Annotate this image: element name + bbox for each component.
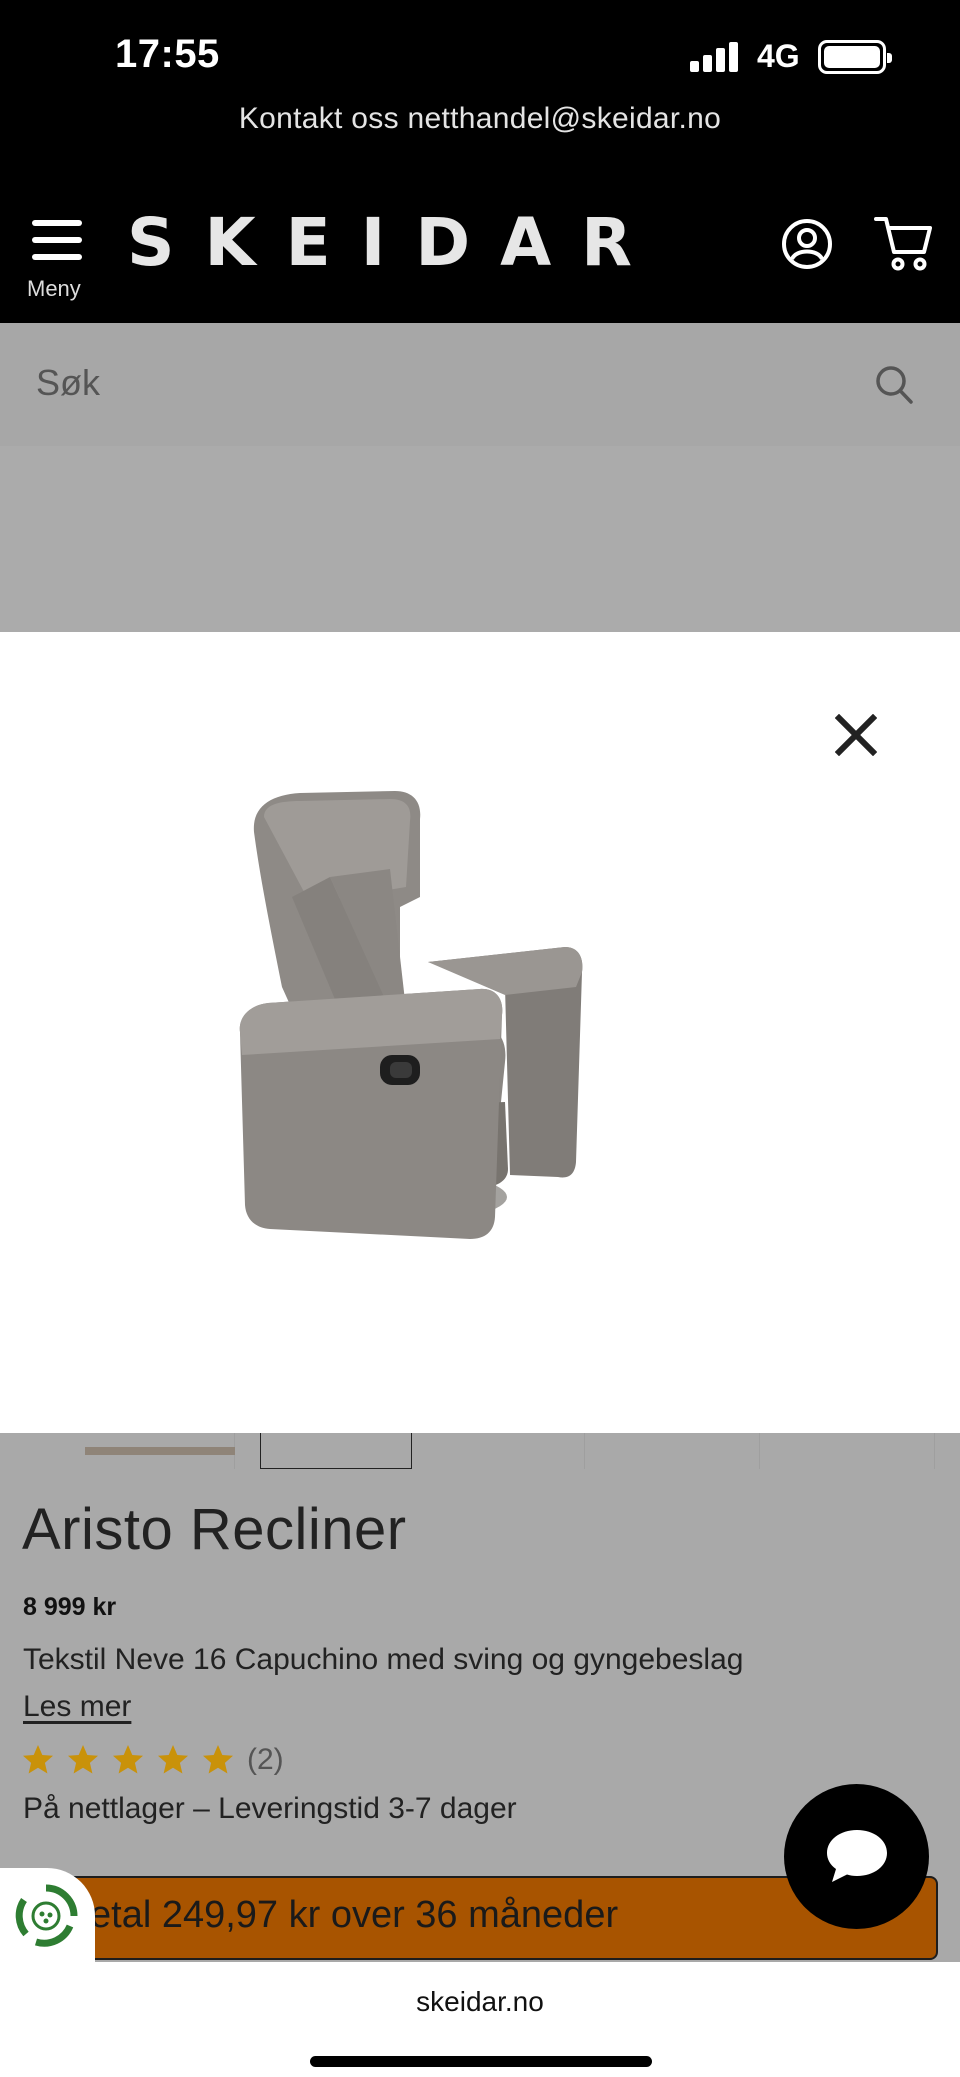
image-modal — [0, 632, 960, 1433]
browser-bar: skeidar.no — [0, 1962, 960, 2077]
top-header: 17:55 4G Kontakt oss netthandel@skeidar.… — [0, 0, 960, 323]
star-icon — [158, 1745, 188, 1774]
product-price: 8 999 kr — [23, 1593, 117, 1621]
menu-button[interactable]: Meny — [27, 216, 89, 306]
thumbnail[interactable] — [85, 1433, 235, 1469]
thumbnail[interactable] — [430, 1433, 585, 1469]
network-label: 4G — [757, 38, 800, 74]
chat-button[interactable] — [784, 1784, 929, 1929]
product-description: Tekstil Neve 16 Capuchino med sving og g… — [23, 1643, 744, 1676]
star-icon — [203, 1745, 233, 1774]
search-icon[interactable] — [874, 364, 914, 406]
thumbnail[interactable] — [585, 1433, 760, 1469]
search-input[interactable] — [36, 353, 836, 413]
review-count: (2) — [247, 1743, 284, 1776]
star-icon — [23, 1745, 53, 1774]
cart-icon[interactable] — [874, 214, 934, 272]
overlay-backdrop[interactable] — [0, 446, 960, 632]
contact-link[interactable]: Kontakt oss netthandel@skeidar.no — [0, 102, 960, 136]
eco-badge[interactable] — [0, 1868, 95, 1964]
thumbnail-strip — [0, 1433, 960, 1469]
signal-icon — [690, 42, 742, 72]
eco-icon — [15, 1884, 78, 1947]
star-icon — [68, 1745, 98, 1774]
thumbnail[interactable] — [760, 1433, 935, 1469]
skeidar-logo[interactable]: SKEIDAR — [127, 204, 662, 281]
rating-stars[interactable]: (2) — [22, 1742, 284, 1778]
account-icon[interactable] — [781, 218, 833, 270]
finance-button-label: etal 249,97 kr over 36 måneder — [90, 1894, 619, 1936]
menu-icon — [32, 220, 82, 226]
read-more-link[interactable]: Les mer — [23, 1690, 131, 1724]
chat-icon — [827, 1830, 887, 1882]
product-image — [239, 791, 583, 1239]
battery-icon — [818, 40, 892, 74]
stock-status: På nettlager – Leveringstid 3-7 dager — [23, 1792, 517, 1825]
star-icon — [113, 1745, 143, 1774]
product-title: Aristo Recliner — [22, 1497, 407, 1562]
search-bar — [0, 323, 960, 446]
status-time: 17:55 — [115, 32, 220, 76]
close-icon[interactable] — [835, 714, 877, 756]
thumbnail-active[interactable] — [260, 1433, 412, 1469]
menu-label: Meny — [27, 276, 81, 301]
home-indicator — [310, 2056, 652, 2067]
url-field[interactable]: skeidar.no — [0, 1986, 960, 2018]
